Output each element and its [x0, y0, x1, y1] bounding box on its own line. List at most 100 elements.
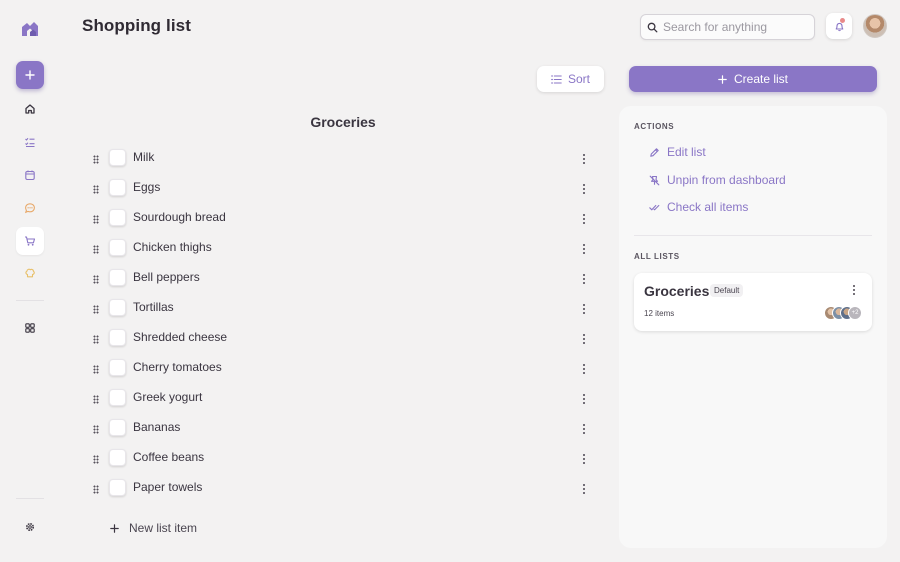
list-item[interactable]: Greek yogurt: [86, 384, 596, 414]
new-list-item-button[interactable]: New list item: [110, 521, 197, 535]
unpin-icon: [649, 175, 660, 185]
item-checkbox[interactable]: [109, 389, 126, 406]
list-item[interactable]: Milk: [86, 144, 596, 174]
logo-icon[interactable]: [21, 19, 39, 37]
drag-handle-icon[interactable]: [93, 365, 99, 374]
sort-button[interactable]: Sort: [537, 66, 604, 92]
item-label: Cherry tomatoes: [133, 360, 222, 374]
item-checkbox[interactable]: [109, 359, 126, 376]
more-options-icon[interactable]: [853, 285, 856, 296]
edit-list-action[interactable]: Edit list: [649, 145, 706, 159]
sidebar: [0, 0, 60, 562]
list-item[interactable]: Paper towels: [86, 474, 596, 504]
create-list-button[interactable]: Create list: [629, 66, 877, 92]
list-item[interactable]: Shredded cheese: [86, 324, 596, 354]
edit-list-label: Edit list: [667, 145, 706, 159]
sidebar-divider: [16, 498, 44, 499]
shopping-items: Milk Eggs Sourdough bread Chicken thighs Bel…: [86, 144, 596, 504]
more-options-icon[interactable]: [583, 424, 586, 435]
item-checkbox[interactable]: [109, 209, 126, 226]
item-checkbox[interactable]: [109, 479, 126, 496]
sidebar-item-shopping[interactable]: [16, 227, 44, 255]
plus-icon: [110, 523, 119, 533]
drag-handle-icon[interactable]: [93, 455, 99, 464]
sidebar-item-home[interactable]: [16, 95, 44, 123]
drag-handle-icon[interactable]: [93, 425, 99, 434]
item-label: Coffee beans: [133, 450, 205, 464]
grid-icon: [25, 323, 35, 333]
list-item[interactable]: Sourdough bread: [86, 204, 596, 234]
double-check-icon: [649, 204, 660, 210]
item-label: Sourdough bread: [133, 210, 226, 224]
more-options-icon[interactable]: [583, 184, 586, 195]
list-item[interactable]: Bananas: [86, 414, 596, 444]
more-options-icon[interactable]: [583, 214, 586, 225]
item-checkbox[interactable]: [109, 329, 126, 346]
default-badge: Default: [710, 284, 744, 297]
list-item[interactable]: Chicken thighs: [86, 234, 596, 264]
list-card-title: Groceries: [644, 283, 710, 299]
drag-handle-icon[interactable]: [93, 155, 99, 164]
member-avatars: +2: [824, 306, 864, 320]
more-options-icon[interactable]: [583, 334, 586, 345]
drag-handle-icon[interactable]: [93, 335, 99, 344]
drag-handle-icon[interactable]: [93, 185, 99, 194]
tasks-icon: [25, 137, 35, 148]
gear-icon: [25, 522, 35, 532]
all-lists-heading: ALL LISTS: [634, 252, 680, 261]
add-button[interactable]: [16, 61, 44, 89]
drag-handle-icon[interactable]: [93, 245, 99, 254]
item-checkbox[interactable]: [109, 449, 126, 466]
more-options-icon[interactable]: [583, 154, 586, 165]
list-item[interactable]: Cherry tomatoes: [86, 354, 596, 384]
page-title: Shopping list: [82, 16, 191, 35]
more-options-icon[interactable]: [583, 454, 586, 465]
sidebar-item-chat[interactable]: [16, 194, 44, 222]
item-checkbox[interactable]: [109, 239, 126, 256]
sidebar-item-recipes[interactable]: [16, 259, 44, 287]
sidebar-divider: [16, 300, 44, 301]
user-avatar[interactable]: [863, 14, 887, 38]
list-card-groceries[interactable]: Groceries Default 12 items +2: [634, 273, 872, 331]
list-item[interactable]: Tortillas: [86, 294, 596, 324]
notification-badge: [840, 18, 845, 23]
item-checkbox[interactable]: [109, 419, 126, 436]
more-options-icon[interactable]: [583, 244, 586, 255]
item-checkbox[interactable]: [109, 269, 126, 286]
item-label: Shredded cheese: [133, 330, 228, 344]
plus-icon: [718, 74, 727, 84]
list-item[interactable]: Bell peppers: [86, 264, 596, 294]
sidebar-item-calendar[interactable]: [16, 161, 44, 189]
notifications-button[interactable]: [826, 13, 852, 39]
item-label: Greek yogurt: [133, 390, 203, 404]
item-checkbox[interactable]: [109, 299, 126, 316]
sidebar-item-apps[interactable]: [16, 314, 44, 342]
list-card-count: 12 items: [644, 309, 675, 318]
list-item[interactable]: Coffee beans: [86, 444, 596, 474]
item-checkbox[interactable]: [109, 179, 126, 196]
search-box[interactable]: [640, 14, 815, 40]
plus-icon: [25, 70, 35, 80]
drag-handle-icon[interactable]: [93, 485, 99, 494]
unpin-action[interactable]: Unpin from dashboard: [649, 173, 786, 187]
more-options-icon[interactable]: [583, 394, 586, 405]
list-title: Groceries: [310, 114, 376, 130]
sidebar-item-tasks[interactable]: [16, 128, 44, 156]
settings-button[interactable]: [16, 513, 44, 541]
check-all-action[interactable]: Check all items: [649, 200, 748, 214]
list-item[interactable]: Eggs: [86, 174, 596, 204]
drag-handle-icon[interactable]: [93, 395, 99, 404]
more-options-icon[interactable]: [583, 484, 586, 495]
drag-handle-icon[interactable]: [93, 275, 99, 284]
chef-hat-icon: [25, 268, 35, 278]
item-checkbox[interactable]: [109, 149, 126, 166]
list-icon: [551, 74, 562, 84]
more-options-icon[interactable]: [583, 364, 586, 375]
home-icon: [25, 104, 35, 114]
drag-handle-icon[interactable]: [93, 215, 99, 224]
more-options-icon[interactable]: [583, 304, 586, 315]
cart-icon: [25, 236, 36, 246]
search-input[interactable]: [663, 20, 803, 34]
more-options-icon[interactable]: [583, 274, 586, 285]
drag-handle-icon[interactable]: [93, 305, 99, 314]
